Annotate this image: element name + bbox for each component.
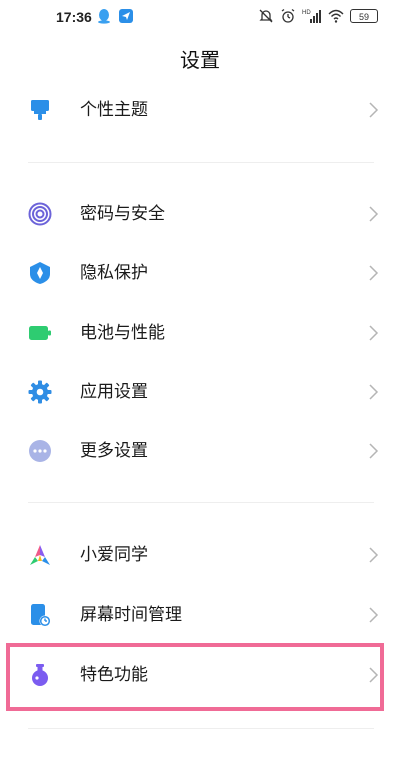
chevron-right-icon	[368, 665, 380, 685]
settings-item-privacy[interactable]: 隐私保护	[0, 245, 400, 301]
qq-notification-icon	[96, 8, 112, 24]
screen-time-icon	[28, 603, 52, 627]
settings-item-label: 个性主题	[80, 100, 148, 120]
settings-item-battery-performance[interactable]: 电池与性能	[0, 305, 400, 361]
settings-item-label: 电池与性能	[80, 323, 165, 343]
chevron-right-icon	[368, 323, 380, 343]
wifi-icon	[328, 8, 344, 24]
settings-item-special-features[interactable]: 特色功能	[0, 647, 400, 703]
more-dots-icon	[28, 439, 52, 463]
network-label: HD	[302, 10, 311, 16]
status-bar: 17:36 HD 59	[0, 0, 400, 36]
chevron-right-icon	[368, 605, 380, 625]
settings-item-xiaoai[interactable]: 小爱同学	[0, 527, 400, 583]
fingerprint-icon	[28, 202, 52, 226]
status-right-icons: HD 59	[258, 8, 378, 24]
app-notification-icon	[118, 8, 134, 24]
flask-icon	[28, 663, 52, 687]
paintbrush-icon	[28, 98, 52, 122]
chevron-right-icon	[368, 204, 380, 224]
page-title: 设置	[180, 48, 220, 72]
privacy-shield-icon	[28, 261, 52, 285]
section-divider	[28, 502, 374, 503]
chevron-right-icon	[368, 545, 380, 565]
status-time: 17:36	[56, 9, 92, 25]
settings-item-more-settings[interactable]: 更多设置	[0, 423, 400, 479]
settings-item-label: 屏幕时间管理	[80, 605, 182, 625]
settings-item-app-settings[interactable]: 应用设置	[0, 364, 400, 420]
alarm-icon	[280, 8, 296, 24]
settings-item-label: 隐私保护	[80, 263, 148, 283]
chevron-right-icon	[368, 382, 380, 402]
status-left-icons	[96, 8, 134, 24]
section-divider	[28, 162, 374, 163]
settings-item-label: 更多设置	[80, 441, 148, 461]
xiaoai-icon	[28, 543, 52, 567]
settings-item-label: 小爱同学	[80, 545, 148, 565]
chevron-right-icon	[368, 441, 380, 461]
settings-item-label: 密码与安全	[80, 204, 165, 224]
chevron-right-icon	[368, 100, 380, 120]
chevron-right-icon	[368, 263, 380, 283]
settings-item-password-security[interactable]: 密码与安全	[0, 186, 400, 242]
mute-bell-icon	[258, 8, 274, 24]
signal-icon: HD	[302, 8, 322, 24]
section-divider	[28, 728, 374, 729]
settings-item-screen-time[interactable]: 屏幕时间管理	[0, 587, 400, 643]
settings-item-theme[interactable]: 个性主题	[0, 82, 400, 138]
settings-item-label: 特色功能	[80, 665, 148, 685]
battery-icon	[28, 321, 52, 345]
settings-item-label: 应用设置	[80, 382, 148, 402]
gear-icon	[28, 380, 52, 404]
battery-level: 59	[350, 9, 378, 23]
